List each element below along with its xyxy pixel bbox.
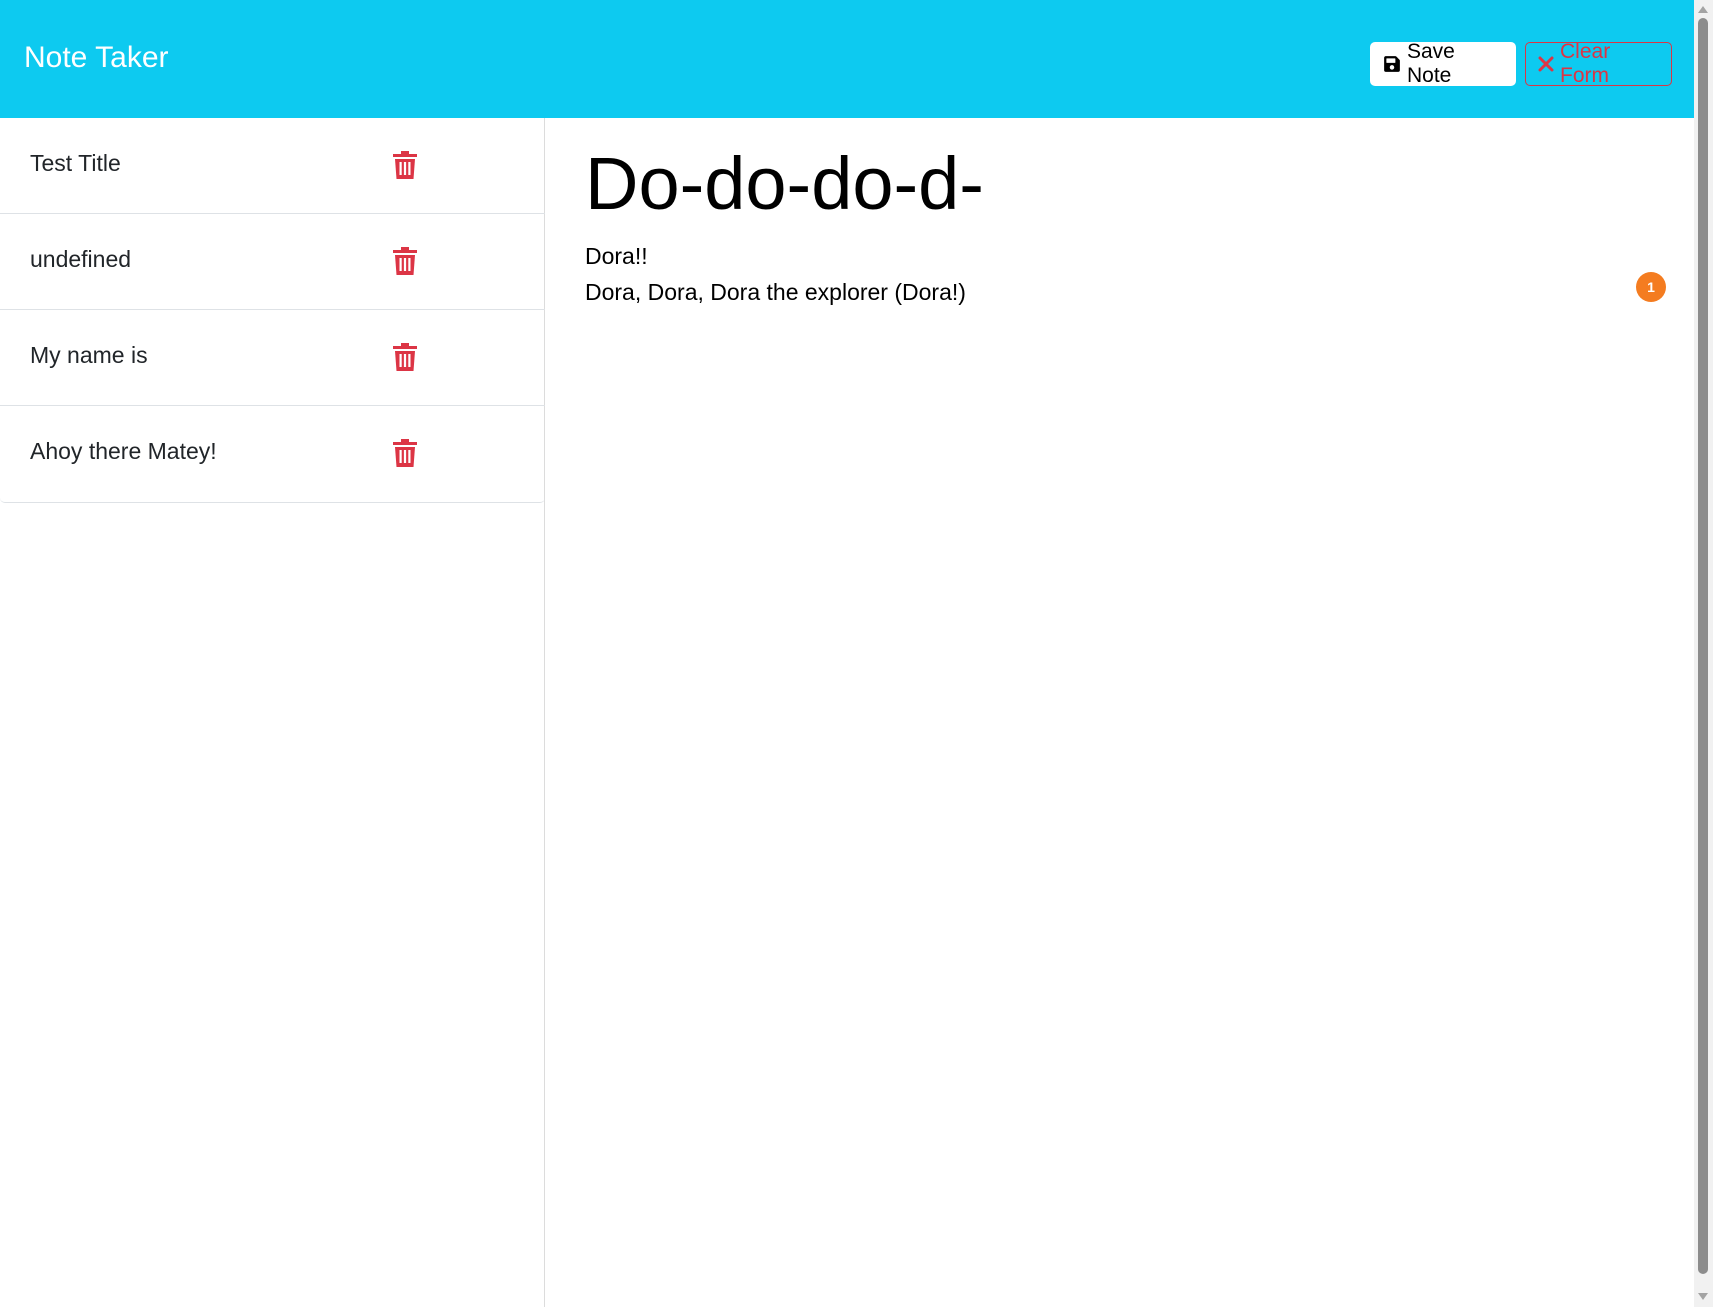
note-list-item[interactable]: Ahoy there Matey! bbox=[0, 406, 545, 503]
close-x-icon bbox=[1538, 56, 1554, 72]
trash-icon[interactable] bbox=[393, 343, 417, 371]
notes-list: Test Title undefined My name is Ahoy the… bbox=[0, 118, 545, 503]
clear-form-button[interactable]: Clear Form bbox=[1525, 40, 1672, 87]
notification-badge[interactable]: 1 bbox=[1636, 272, 1666, 302]
vertical-scrollbar[interactable] bbox=[1694, 0, 1713, 1307]
app-window: Note Taker Save Note Clear Form Test Tit… bbox=[0, 0, 1713, 1307]
scroll-up-arrow-icon[interactable] bbox=[1698, 6, 1708, 13]
note-list-item-title[interactable]: My name is bbox=[30, 342, 148, 369]
trash-icon[interactable] bbox=[393, 151, 417, 179]
floppy-disk-icon bbox=[1383, 55, 1401, 73]
trash-icon[interactable] bbox=[393, 247, 417, 275]
note-editor: Do-do-do-d- Dora!! Dora, Dora, Dora the … bbox=[546, 118, 1694, 1307]
save-note-label: Save Note bbox=[1407, 40, 1455, 87]
scroll-down-arrow-icon[interactable] bbox=[1698, 1293, 1708, 1300]
trash-icon[interactable] bbox=[393, 439, 417, 467]
notes-sidebar: Test Title undefined My name is Ahoy the… bbox=[0, 118, 545, 1307]
note-list-item-title[interactable]: Test Title bbox=[30, 150, 121, 177]
navbar: Note Taker Save Note Clear Form bbox=[0, 0, 1694, 118]
note-list-item-title[interactable]: Ahoy there Matey! bbox=[30, 438, 217, 465]
note-title-input[interactable]: Do-do-do-d- bbox=[585, 140, 984, 229]
brand-title[interactable]: Note Taker bbox=[24, 40, 169, 76]
note-list-item-title[interactable]: undefined bbox=[30, 246, 131, 273]
note-list-item[interactable]: Test Title bbox=[0, 118, 545, 214]
clear-form-label: Clear Form bbox=[1560, 40, 1611, 87]
save-note-button[interactable]: Save Note bbox=[1370, 40, 1516, 87]
note-text-area[interactable]: Dora!! Dora, Dora, Dora the explorer (Do… bbox=[585, 238, 1585, 310]
note-list-item[interactable]: undefined bbox=[0, 214, 545, 310]
note-list-item[interactable]: My name is bbox=[0, 310, 545, 406]
scrollbar-thumb[interactable] bbox=[1698, 18, 1708, 1274]
